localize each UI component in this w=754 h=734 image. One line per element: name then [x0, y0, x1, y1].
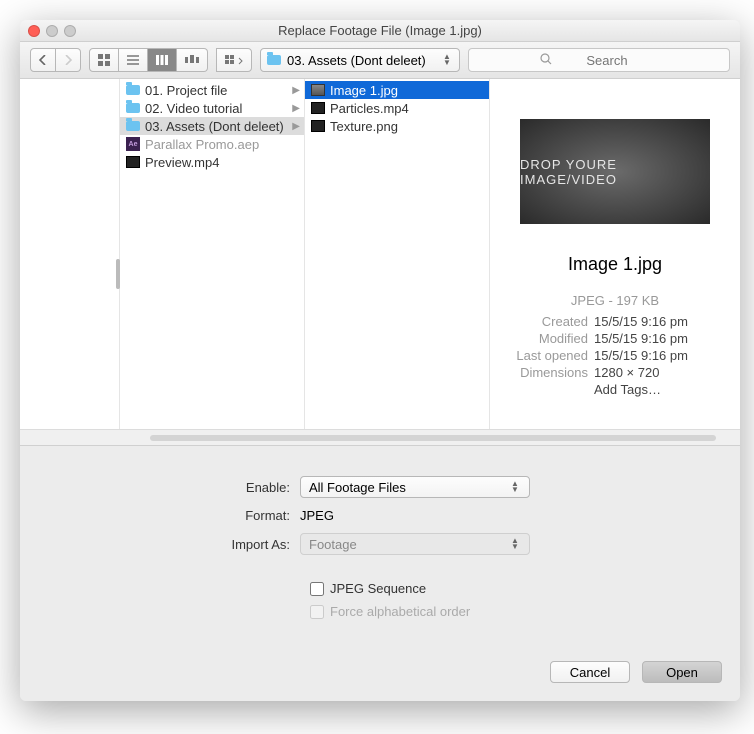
replace-footage-dialog: Replace Footage File (Image 1.jpg) 03. A…: [20, 20, 740, 701]
window-title: Replace Footage File (Image 1.jpg): [20, 23, 740, 38]
window-controls[interactable]: [20, 25, 76, 37]
folder-icon: [267, 55, 281, 65]
list-view-button[interactable]: [119, 48, 148, 72]
coverflow-view-button[interactable]: [177, 48, 208, 72]
dialog-footer: Cancel Open: [20, 647, 740, 701]
list-item[interactable]: 01. Project file▶: [120, 81, 304, 99]
titlebar: Replace Footage File (Image 1.jpg): [20, 20, 740, 42]
minimize-icon: [46, 25, 58, 37]
video-icon: [126, 156, 140, 168]
importas-label: Import As:: [60, 537, 300, 552]
list-item[interactable]: 02. Video tutorial▶: [120, 99, 304, 117]
folder-icon: [126, 103, 140, 113]
cancel-button[interactable]: Cancel: [550, 661, 630, 683]
image-icon: [311, 120, 325, 132]
chevron-updown-icon: ▲▼: [509, 481, 521, 493]
alpha-checkbox: Force alphabetical order: [60, 604, 700, 619]
resize-bar[interactable]: [20, 429, 740, 445]
chevron-right-icon: ▶: [292, 103, 300, 114]
path-dropdown[interactable]: 03. Assets (Dont deleet) ▲▼: [260, 48, 460, 72]
import-options: Enable: All Footage Files▲▼ Format: JPEG…: [20, 445, 740, 647]
folder-icon: [126, 85, 140, 95]
open-button[interactable]: Open: [642, 661, 722, 683]
format-value: JPEG: [300, 508, 334, 523]
list-item[interactable]: Preview.mp4: [120, 153, 304, 171]
column-2: Image 1.jpg Particles.mp4 Texture.png: [305, 79, 490, 429]
format-label: Format:: [60, 508, 300, 523]
list-item[interactable]: Particles.mp4: [305, 99, 489, 117]
back-button[interactable]: [30, 48, 56, 72]
preview-filename: Image 1.jpg: [502, 254, 728, 275]
arrange-button: [216, 48, 252, 72]
chevron-updown-icon: ▲▼: [441, 54, 453, 66]
list-item[interactable]: Image 1.jpg: [305, 81, 489, 99]
column-view-button[interactable]: [148, 48, 177, 72]
list-item[interactable]: Texture.png: [305, 117, 489, 135]
chevron-right-icon: ▶: [292, 121, 300, 132]
search-input[interactable]: [468, 48, 730, 72]
list-item[interactable]: AeParallax Promo.aep: [120, 135, 304, 153]
forward-button[interactable]: [56, 48, 81, 72]
list-item[interactable]: 03. Assets (Dont deleet)▶: [120, 117, 304, 135]
scroll-handle[interactable]: [116, 259, 120, 289]
group-button[interactable]: [216, 48, 252, 72]
path-label: 03. Assets (Dont deleet): [287, 53, 435, 68]
nav-buttons: [30, 48, 81, 72]
column-1: 01. Project file▶ 02. Video tutorial▶ 03…: [120, 79, 305, 429]
close-icon[interactable]: [28, 25, 40, 37]
aep-icon: Ae: [126, 137, 140, 151]
add-tags-link[interactable]: Add Tags…: [594, 382, 661, 397]
view-mode-buttons: [89, 48, 208, 72]
toolbar: 03. Assets (Dont deleet) ▲▼: [20, 42, 740, 79]
search-icon: [540, 53, 552, 65]
image-icon: [311, 84, 325, 96]
icon-view-button[interactable]: [89, 48, 119, 72]
zoom-icon: [64, 25, 76, 37]
preview-pane: DROP YOURE IMAGE/VIDEO Image 1.jpg JPEG …: [490, 79, 740, 429]
preview-type: JPEG - 197 KB: [502, 293, 728, 308]
search-field: [468, 48, 730, 72]
video-icon: [311, 102, 325, 114]
sequence-checkbox[interactable]: JPEG Sequence: [60, 581, 700, 596]
enable-label: Enable:: [60, 480, 300, 495]
enable-select[interactable]: All Footage Files▲▼: [300, 476, 530, 498]
preview-thumbnail: DROP YOURE IMAGE/VIDEO: [520, 119, 710, 224]
chevron-updown-icon: ▲▼: [509, 538, 521, 550]
folder-icon: [126, 121, 140, 131]
file-browser: 01. Project file▶ 02. Video tutorial▶ 03…: [20, 79, 740, 429]
column-0: [20, 79, 120, 429]
importas-select[interactable]: Footage▲▼: [300, 533, 530, 555]
chevron-right-icon: ▶: [292, 85, 300, 96]
